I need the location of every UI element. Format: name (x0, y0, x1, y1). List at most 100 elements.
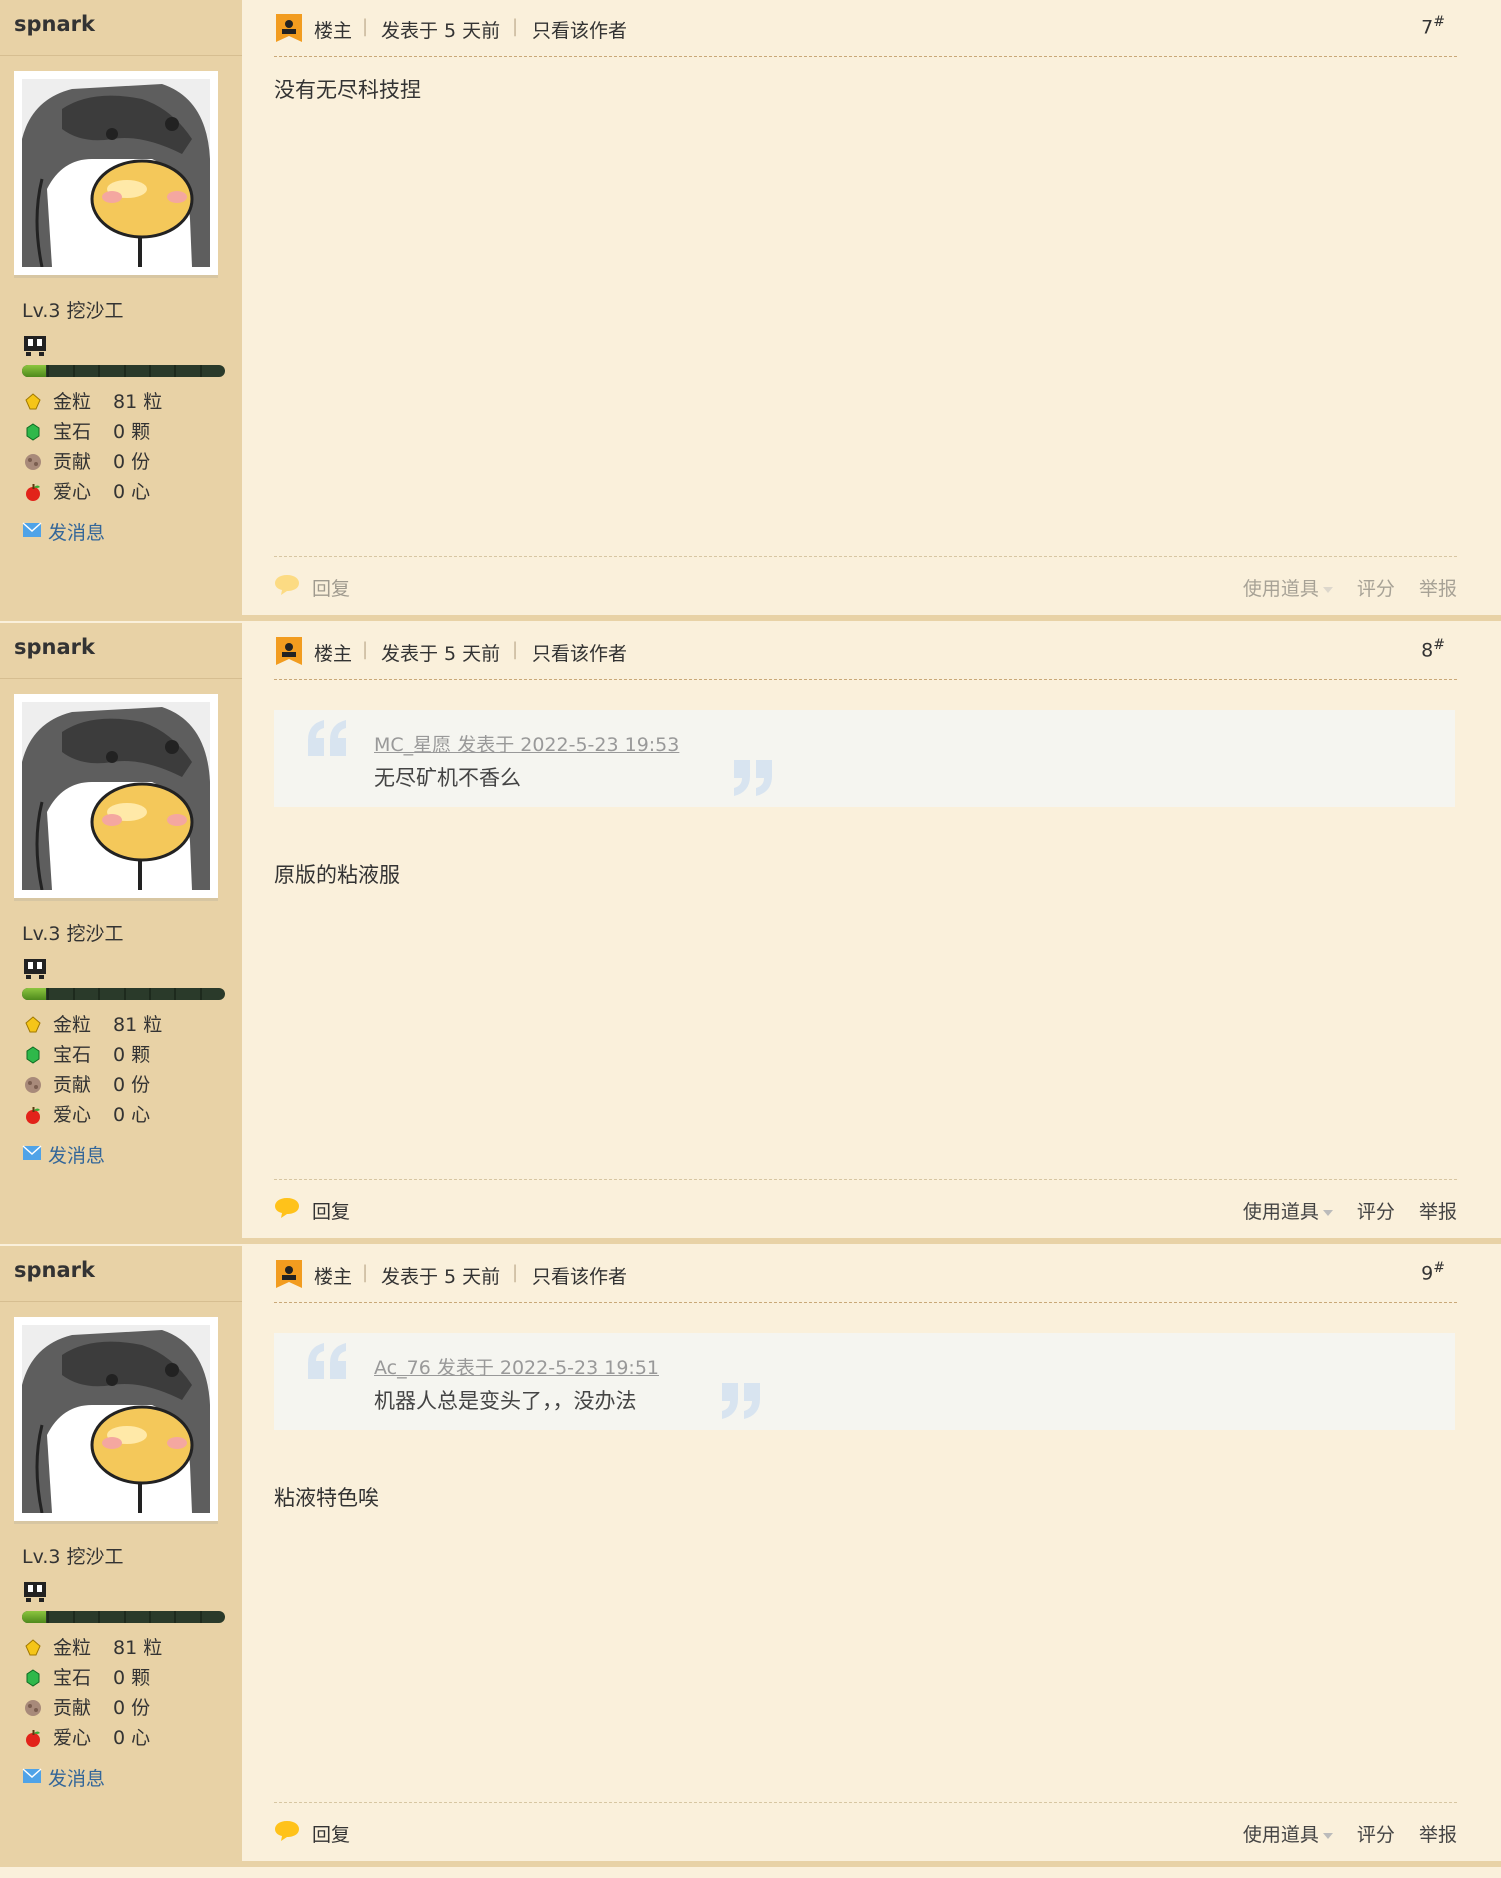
avatar[interactable] (14, 1317, 218, 1524)
stat-label: 爱心 (53, 1104, 92, 1126)
stat-label: 金粒 (53, 391, 92, 413)
stat-gold: 金粒 81 粒 (22, 390, 222, 420)
post-floor-8: spnark Lv.3 挖沙工 金粒 81 粒 宝石 0 颗 贡献 0 份 爱心… (0, 623, 1501, 1246)
author-username[interactable]: spnark (14, 12, 95, 36)
open-quote-icon (308, 1343, 346, 1379)
use-item-button[interactable]: 使用道具 (1225, 1201, 1333, 1223)
rate-button[interactable]: 评分 (1357, 1824, 1395, 1846)
gold-nugget-icon (25, 1639, 41, 1656)
experience-segment (98, 988, 101, 1000)
experience-segment (174, 988, 177, 1000)
divider (0, 678, 242, 679)
author-sidebar: spnark Lv.3 挖沙工 金粒 81 粒 宝石 0 颗 贡献 0 份 爱心… (0, 623, 242, 1240)
experience-segment (123, 365, 126, 377)
user-stats: 金粒 81 粒 宝石 0 颗 贡献 0 份 爱心 0 心 (22, 1013, 222, 1133)
floor-value: 7 (1421, 16, 1434, 39)
quote-author-link[interactable]: MC_星愿 发表于 2022-5-23 19:53 (374, 730, 679, 757)
stat-value: 81 粒 (113, 1014, 163, 1036)
only-author-link[interactable]: 只看该作者 (532, 16, 627, 43)
stat-value: 0 颗 (113, 1667, 151, 1689)
author-username[interactable]: spnark (14, 1258, 95, 1282)
contribution-icon (25, 1077, 41, 1093)
experience-segment (123, 988, 126, 1000)
stat-gold: 金粒 81 粒 (22, 1636, 222, 1666)
stat-value: 0 颗 (113, 1044, 151, 1066)
experience-segment (72, 1611, 75, 1623)
op-label: 楼主 (314, 20, 353, 42)
dropdown-arrow-icon (1322, 1832, 1333, 1839)
quote-block: Ac_76 发表于 2022-5-23 19:51 机器人总是变头了，，没办法 (274, 1333, 1455, 1430)
floor-number[interactable]: 7# (1421, 14, 1445, 38)
stat-label: 金粒 (53, 1637, 92, 1659)
stat-gem: 宝石 0 颗 (22, 1043, 222, 1073)
experience-segment (148, 988, 151, 1000)
post-content: 原版的粘液服 (274, 863, 400, 887)
stat-label: 贡献 (53, 451, 92, 473)
send-message-label: 发消息 (48, 522, 106, 544)
emerald-icon (26, 423, 40, 441)
stat-value: 0 心 (113, 481, 151, 503)
send-message-label: 发消息 (48, 1768, 106, 1790)
use-item-label: 使用道具 (1242, 578, 1319, 600)
stat-value: 0 份 (113, 1074, 151, 1096)
report-button[interactable]: 举报 (1419, 1201, 1457, 1223)
avatar[interactable] (14, 71, 218, 278)
divider (0, 55, 242, 56)
floor-value: 9 (1421, 1262, 1434, 1285)
gold-nugget-icon (25, 393, 41, 410)
dropdown-arrow-icon (1322, 1209, 1333, 1216)
only-author-link[interactable]: 只看该作者 (532, 1262, 627, 1289)
avatar[interactable] (14, 694, 218, 901)
experience-segment (47, 365, 50, 377)
experience-segment (72, 365, 75, 377)
post-content: 粘液特色唉 (274, 1486, 379, 1510)
apple-heart-icon (26, 1730, 40, 1747)
separator: | (512, 16, 519, 37)
author-username[interactable]: spnark (14, 635, 95, 659)
rank-minecart-icon (24, 959, 46, 979)
stat-value: 0 心 (113, 1104, 151, 1126)
wolf-avatar-icon (22, 79, 210, 267)
stat-value: 81 粒 (113, 1637, 163, 1659)
stat-label: 贡献 (53, 1697, 92, 1719)
floor-mark: # (1433, 1260, 1445, 1276)
experience-segment (47, 1611, 50, 1623)
stat-gem: 宝石 0 颗 (22, 1666, 222, 1696)
stat-love: 爱心 0 心 (22, 1103, 222, 1133)
experience-bar (22, 1611, 225, 1623)
rate-button[interactable]: 评分 (1357, 578, 1395, 600)
send-message-label: 发消息 (48, 1145, 106, 1167)
report-button[interactable]: 举报 (1419, 578, 1457, 600)
stat-value: 0 心 (113, 1727, 151, 1749)
mail-icon (22, 522, 42, 537)
op-label: 楼主 (314, 1266, 353, 1288)
user-level: Lv.3 挖沙工 (22, 300, 124, 322)
stat-love: 爱心 0 心 (22, 480, 222, 510)
post-floor-7: spnark Lv.3 挖沙工 金粒 81 粒 宝石 0 颗 贡献 0 份 爱心… (0, 0, 1501, 623)
close-quote-icon (722, 1383, 760, 1419)
floor-number[interactable]: 8# (1421, 637, 1445, 661)
floor-number[interactable]: 9# (1421, 1260, 1445, 1284)
report-button[interactable]: 举报 (1419, 1824, 1457, 1846)
reply-label: 回复 (312, 1201, 351, 1223)
post-divider (0, 615, 1501, 621)
thread-page: spnark Lv.3 挖沙工 金粒 81 粒 宝石 0 颗 贡献 0 份 爱心… (0, 0, 1501, 1878)
separator: | (362, 1262, 369, 1283)
only-author-link[interactable]: 只看该作者 (532, 639, 627, 666)
reply-label: 回复 (312, 1824, 351, 1846)
stat-love: 爱心 0 心 (22, 1726, 222, 1756)
stat-contribution: 贡献 0 份 (22, 1696, 222, 1726)
separator: | (362, 639, 369, 660)
wolf-avatar-icon (22, 702, 210, 890)
stat-value: 0 份 (113, 1697, 151, 1719)
use-item-button[interactable]: 使用道具 (1225, 578, 1333, 600)
experience-segment (174, 365, 177, 377)
rate-button[interactable]: 评分 (1357, 1201, 1395, 1223)
post-floor-9: spnark Lv.3 挖沙工 金粒 81 粒 宝石 0 颗 贡献 0 份 爱心… (0, 1246, 1501, 1869)
user-stats: 金粒 81 粒 宝石 0 颗 贡献 0 份 爱心 0 心 (22, 390, 222, 510)
emerald-icon (26, 1046, 40, 1064)
quote-author-link[interactable]: Ac_76 发表于 2022-5-23 19:51 (374, 1353, 659, 1380)
experience-segment (199, 365, 202, 377)
wolf-avatar-icon (22, 1325, 210, 1513)
use-item-button[interactable]: 使用道具 (1225, 1824, 1333, 1846)
